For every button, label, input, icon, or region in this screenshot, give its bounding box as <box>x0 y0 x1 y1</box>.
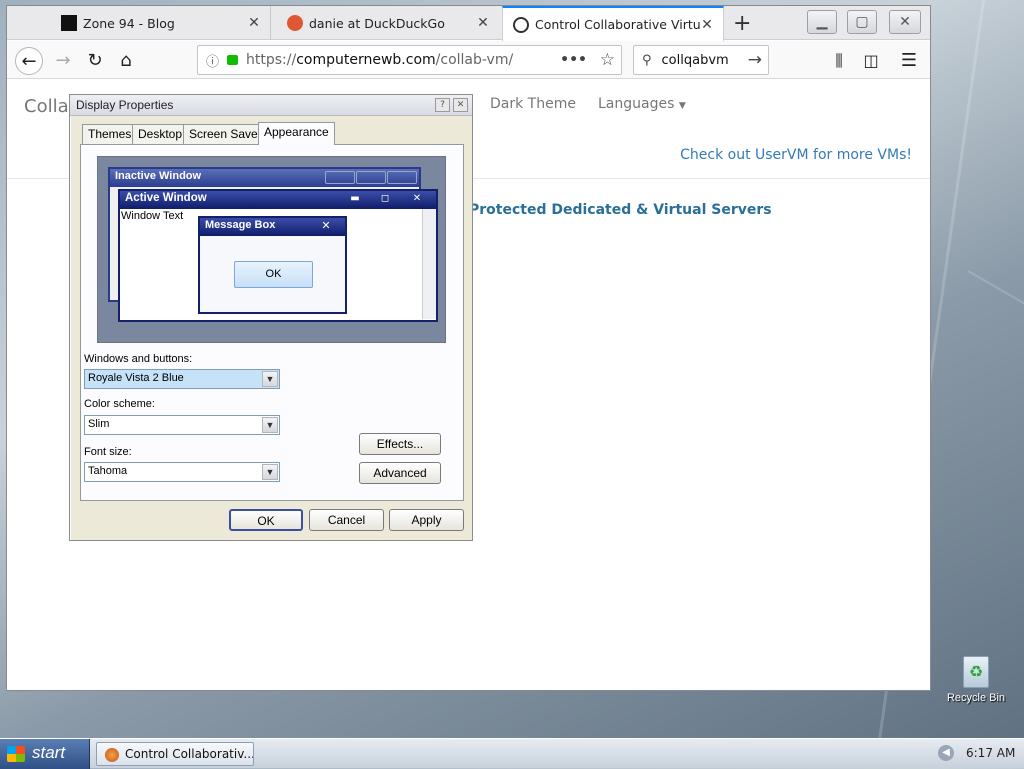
preview-close-icon <box>387 171 417 184</box>
zone94-favicon-icon <box>61 15 77 31</box>
close-tab-icon[interactable]: ✕ <box>699 17 715 33</box>
tab-title: Zone 94 - Blog <box>83 15 175 31</box>
taskbar: start Control Collaborativ... ◀ 6:17 AM <box>0 738 1024 769</box>
tab-bar: Zone 94 - Blog ✕ danie at DuckDuckGo ✕ C… <box>7 6 930 41</box>
caret-down-icon: ▼ <box>678 101 686 111</box>
close-tab-icon[interactable]: ✕ <box>246 15 262 31</box>
tab-title: Control Collaborative Virtual M <box>535 17 700 32</box>
chevron-down-icon[interactable]: ▼ <box>262 371 278 387</box>
chevron-down-icon[interactable]: ▼ <box>262 464 278 480</box>
tab-title: danie at DuckDuckGo <box>309 15 445 31</box>
tab-collabvm[interactable]: Control Collaborative Virtual M ✕ <box>502 6 724 41</box>
preview-maximize-icon <box>356 171 386 184</box>
color-scheme-value: Slim <box>88 418 110 430</box>
display-properties-dialog: Display Properties ? ✕ Themes Desktop Sc… <box>69 94 473 541</box>
start-label: start <box>32 743 66 762</box>
color-scheme-select[interactable]: Slim ▼ <box>84 415 280 435</box>
taskbar-item-label: Control Collaborativ... <box>125 747 254 761</box>
reload-button[interactable]: ↻ <box>81 47 109 75</box>
preview-ok-button: OK <box>234 261 313 288</box>
sidebar-icon[interactable]: ◫ <box>857 47 885 75</box>
page-actions-icon[interactable]: ••• <box>560 52 587 68</box>
dialog-close-button[interactable]: ✕ <box>453 98 468 112</box>
maximize-button[interactable]: ▢ <box>847 10 877 34</box>
taskbar-item-browser[interactable]: Control Collaborativ... <box>96 742 254 766</box>
duckduckgo-favicon-icon <box>287 15 303 31</box>
home-button[interactable]: ⌂ <box>112 47 140 75</box>
chevron-down-icon[interactable]: ▼ <box>262 417 278 433</box>
start-button[interactable]: start <box>0 739 90 769</box>
color-scheme-label: Color scheme: <box>84 398 155 410</box>
windows-logo-icon <box>7 746 25 762</box>
preview-close-icon: ✕ <box>412 193 422 204</box>
nav-languages[interactable]: Languages ▼ <box>598 96 686 112</box>
back-button[interactable]: ← <box>15 47 43 75</box>
nav-bar: ← → ↻ ⌂ ⓘ https:// computernewb.com /col… <box>7 41 930 79</box>
font-size-value: Tahoma <box>88 465 128 477</box>
tab-appearance[interactable]: Appearance <box>258 122 335 145</box>
search-input[interactable]: ⚲ collqabvm → <box>633 45 769 75</box>
collabvm-favicon-icon <box>513 16 529 33</box>
preview-scrollbar <box>422 209 436 319</box>
recycle-bin-label: Recycle Bin <box>946 692 1006 704</box>
preview-close-icon: ✕ <box>321 219 331 232</box>
tab-screen-saver[interactable]: Screen Saver <box>183 124 268 144</box>
dialog-titlebar[interactable]: Display Properties ? ✕ <box>70 95 472 116</box>
advanced-button[interactable]: Advanced <box>359 462 441 484</box>
windows-buttons-select[interactable]: Royale Vista 2 Blue ▼ <box>84 369 280 389</box>
tab-desktop[interactable]: Desktop <box>132 124 189 144</box>
preview-minimize-icon <box>325 171 355 184</box>
font-size-select[interactable]: Tahoma ▼ <box>84 462 280 482</box>
lock-icon <box>227 55 239 65</box>
volume-icon[interactable]: ◀ <box>938 745 954 761</box>
ok-button[interactable]: OK <box>229 509 303 531</box>
menu-icon[interactable]: ☰ <box>895 47 923 75</box>
effects-button[interactable]: Effects... <box>359 433 441 455</box>
windows-buttons-value: Royale Vista 2 Blue <box>88 372 184 384</box>
new-tab-button[interactable]: + <box>729 6 759 40</box>
search-value: collqabvm <box>661 52 729 68</box>
bookmark-star-icon[interactable]: ☆ <box>600 50 615 70</box>
minimize-button[interactable]: ▁ <box>807 10 837 34</box>
recycle-bin-icon: ♻ <box>963 656 989 688</box>
clock: 6:17 AM <box>966 746 1016 760</box>
library-icon[interactable]: ⫼ <box>825 47 853 75</box>
nav-dark-theme[interactable]: Dark Theme <box>490 96 576 112</box>
appearance-preview: Inactive Window Active Window ▬ ◻ ✕ Wind… <box>97 156 446 343</box>
preview-window-text: Window Text <box>121 210 184 222</box>
nav-languages-label: Languages <box>598 96 675 112</box>
windows-buttons-label: Windows and buttons: <box>84 353 193 365</box>
help-button[interactable]: ? <box>435 98 450 112</box>
preview-maximize-icon: ◻ <box>380 193 390 204</box>
forward-button[interactable]: → <box>49 47 77 75</box>
apply-button[interactable]: Apply <box>389 509 464 531</box>
appearance-panel: Inactive Window Active Window ▬ ◻ ✕ Wind… <box>80 144 464 501</box>
url-bar[interactable]: ⓘ https:// computernewb.com /collab-vm/ … <box>197 45 622 75</box>
font-size-label: Font size: <box>84 446 132 458</box>
recycle-bin[interactable]: ♻ Recycle Bin <box>942 656 1010 704</box>
uservm-link[interactable]: Check out UserVM for more VMs! <box>680 147 912 163</box>
ad-banner[interactable]: Protected Dedicated & Virtual Servers <box>469 202 772 218</box>
tab-themes[interactable]: Themes <box>82 124 138 144</box>
tab-zone94[interactable]: Zone 94 - Blog ✕ <box>51 6 271 40</box>
info-icon[interactable]: ⓘ <box>206 51 219 70</box>
url-prefix: https:// <box>246 52 297 68</box>
url-domain: computernewb.com <box>296 52 436 68</box>
search-go-icon[interactable]: → <box>748 50 762 70</box>
close-window-button[interactable]: ✕ <box>889 10 921 34</box>
close-tab-icon[interactable]: ✕ <box>475 15 491 31</box>
dialog-title: Display Properties <box>76 98 174 112</box>
search-icon: ⚲ <box>642 52 652 68</box>
firefox-icon <box>105 748 119 762</box>
url-path: /collab-vm/ <box>435 52 514 68</box>
preview-minimize-icon: ▬ <box>350 193 360 204</box>
preview-message-box: Message Box ✕ OK <box>198 216 347 314</box>
tab-duckduckgo[interactable]: danie at DuckDuckGo ✕ <box>277 6 499 40</box>
cancel-button[interactable]: Cancel <box>309 509 384 531</box>
